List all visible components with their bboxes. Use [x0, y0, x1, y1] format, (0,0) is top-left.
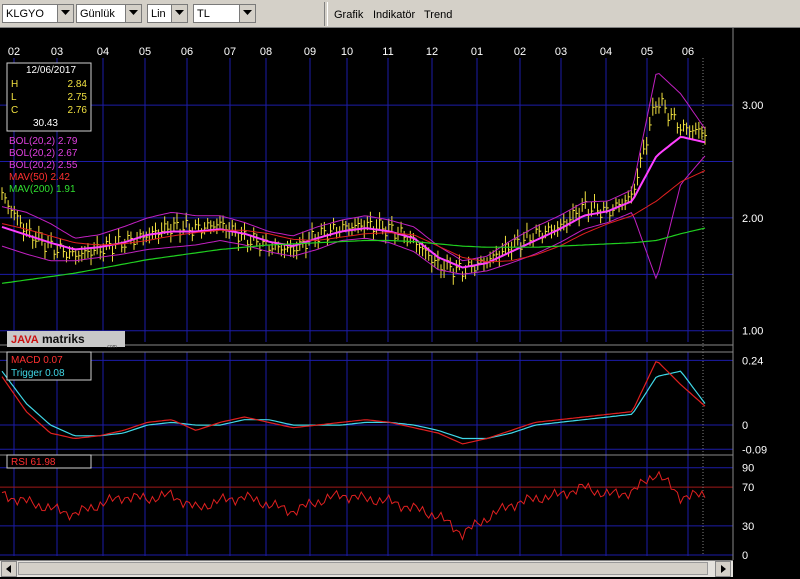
info-box: 12/06/2017 H 2.84 L 2.75 C 2.76 30.43: [6, 62, 92, 132]
symbol-select[interactable]: KLGYO: [2, 4, 74, 23]
chart-grid: [0, 58, 733, 556]
bollinger-lower-line: [1, 155, 706, 280]
bollinger-upper-line: [1, 72, 706, 262]
price-legend: BOL(20,2) 2.79BOL(20,2) 2.67BOL(20,2) 2.…: [9, 136, 78, 195]
scroll-left-button[interactable]: [1, 561, 17, 577]
price-legend-item: MAV(50) 2.42: [9, 172, 70, 183]
x-tick-label: 04: [97, 46, 109, 58]
rsi-y-tick: 0: [742, 550, 748, 560]
info-volume: 30.43: [33, 118, 58, 129]
rsi-legend-text: RSI 61.98: [11, 457, 56, 468]
x-tick-label: 04: [600, 46, 612, 58]
macd-legend-trigger: Trigger 0.08: [11, 368, 65, 379]
mav50-line: [1, 170, 706, 263]
price-y-tick: 3.00: [742, 100, 763, 112]
x-tick-label: 08: [260, 46, 272, 58]
macd-y-tick: 0: [742, 420, 748, 432]
chevron-down-icon[interactable]: [125, 5, 141, 22]
corner: [733, 560, 800, 577]
info-date: 12/06/2017: [26, 65, 76, 76]
price-legend-item: BOL(20,2) 2.55: [9, 160, 78, 171]
price-y-tick: 2.00: [742, 213, 763, 225]
chevron-down-icon[interactable]: [239, 5, 255, 22]
stock-chart[interactable]: 02 03 04 05 06 07 08 09 10 11 12 01 02 03 04 05 06 3.00 2…: [0, 28, 800, 560]
y-axis-labels: 3.00 2.00 1.00 0.24 0 -0.09 90 70 30 0: [742, 100, 767, 560]
period-select[interactable]: Günlük: [76, 4, 142, 23]
x-tick-label: 05: [641, 46, 653, 58]
rsi-line: [1, 470, 706, 541]
x-tick-label: 03: [51, 46, 63, 58]
info-close-label: C: [11, 105, 18, 116]
chevron-down-icon[interactable]: [57, 5, 73, 22]
price-legend-item: BOL(20,2) 2.79: [9, 136, 78, 147]
macd-y-tick: 0.24: [742, 355, 763, 367]
x-tick-label: 12: [426, 46, 438, 58]
x-axis-labels: 02 03 04 05 06 07 08 09 10 11 12 01 02 03 04 05 06: [8, 46, 694, 58]
x-tick-label: 02: [8, 46, 20, 58]
scale-value: Lin: [151, 8, 166, 20]
x-tick-label: 06: [682, 46, 694, 58]
logo-matriks: matriks: [42, 332, 85, 346]
macd-legend: MACD 0.07 Trigger 0.08: [6, 351, 92, 381]
info-high-value: 2.84: [68, 79, 88, 90]
x-tick-label: 06: [181, 46, 193, 58]
x-tick-label: 10: [341, 46, 353, 58]
rsi-y-tick: 30: [742, 521, 754, 533]
currency-value: TL: [197, 8, 210, 20]
info-low-value: 2.75: [68, 92, 88, 103]
toolbar-separator: [324, 2, 328, 26]
macd-y-tick: -0.09: [742, 444, 767, 456]
horizontal-scrollbar[interactable]: [0, 560, 733, 577]
period-value: Günlük: [80, 8, 115, 20]
info-high-label: H: [11, 79, 18, 90]
x-tick-label: 07: [224, 46, 236, 58]
price-y-tick: 1.00: [742, 326, 763, 338]
x-tick-label: 09: [304, 46, 316, 58]
rsi-y-tick: 70: [742, 482, 754, 494]
logo-com: .com: [106, 344, 117, 350]
scale-select[interactable]: Lin: [147, 4, 188, 23]
chevron-down-icon[interactable]: [171, 5, 187, 22]
info-low-label: L: [11, 92, 17, 103]
macd-legend-macd: MACD 0.07: [11, 355, 63, 366]
x-tick-label: 03: [555, 46, 567, 58]
rsi-y-tick: 90: [742, 463, 754, 475]
chevron-left-icon: [6, 565, 11, 573]
macd-line: [1, 360, 706, 445]
x-tick-label: 05: [139, 46, 151, 58]
x-tick-label: 01: [471, 46, 483, 58]
x-tick-label: 11: [382, 46, 393, 58]
price-legend-item: MAV(200) 1.91: [9, 184, 76, 195]
symbol-value: KLGYO: [6, 8, 44, 20]
logo-java: JAVA: [11, 334, 39, 346]
price-legend-item: BOL(20,2) 2.67: [9, 148, 78, 159]
trigger-line: [1, 370, 706, 440]
bollinger-mid-line: [1, 135, 706, 269]
currency-select[interactable]: TL: [193, 4, 256, 23]
x-tick-label: 02: [514, 46, 526, 58]
menu-indikator[interactable]: Indikatör: [373, 9, 415, 21]
info-close-value: 2.76: [68, 105, 88, 116]
menu-grafik[interactable]: Grafik: [334, 9, 363, 21]
rsi-legend: RSI 61.98: [6, 454, 92, 469]
menu-trend[interactable]: Trend: [424, 9, 452, 21]
scroll-thumb[interactable]: [18, 562, 708, 575]
chevron-right-icon: [721, 565, 726, 573]
toolbar: KLGYO Günlük Lin TL Grafik Indikatör Tre…: [0, 0, 800, 28]
scroll-right-button[interactable]: [715, 561, 731, 577]
indicator-lines: [1, 72, 706, 541]
mav200-line: [1, 227, 706, 284]
javamatriks-logo: JAVA matriks .com: [7, 331, 125, 350]
